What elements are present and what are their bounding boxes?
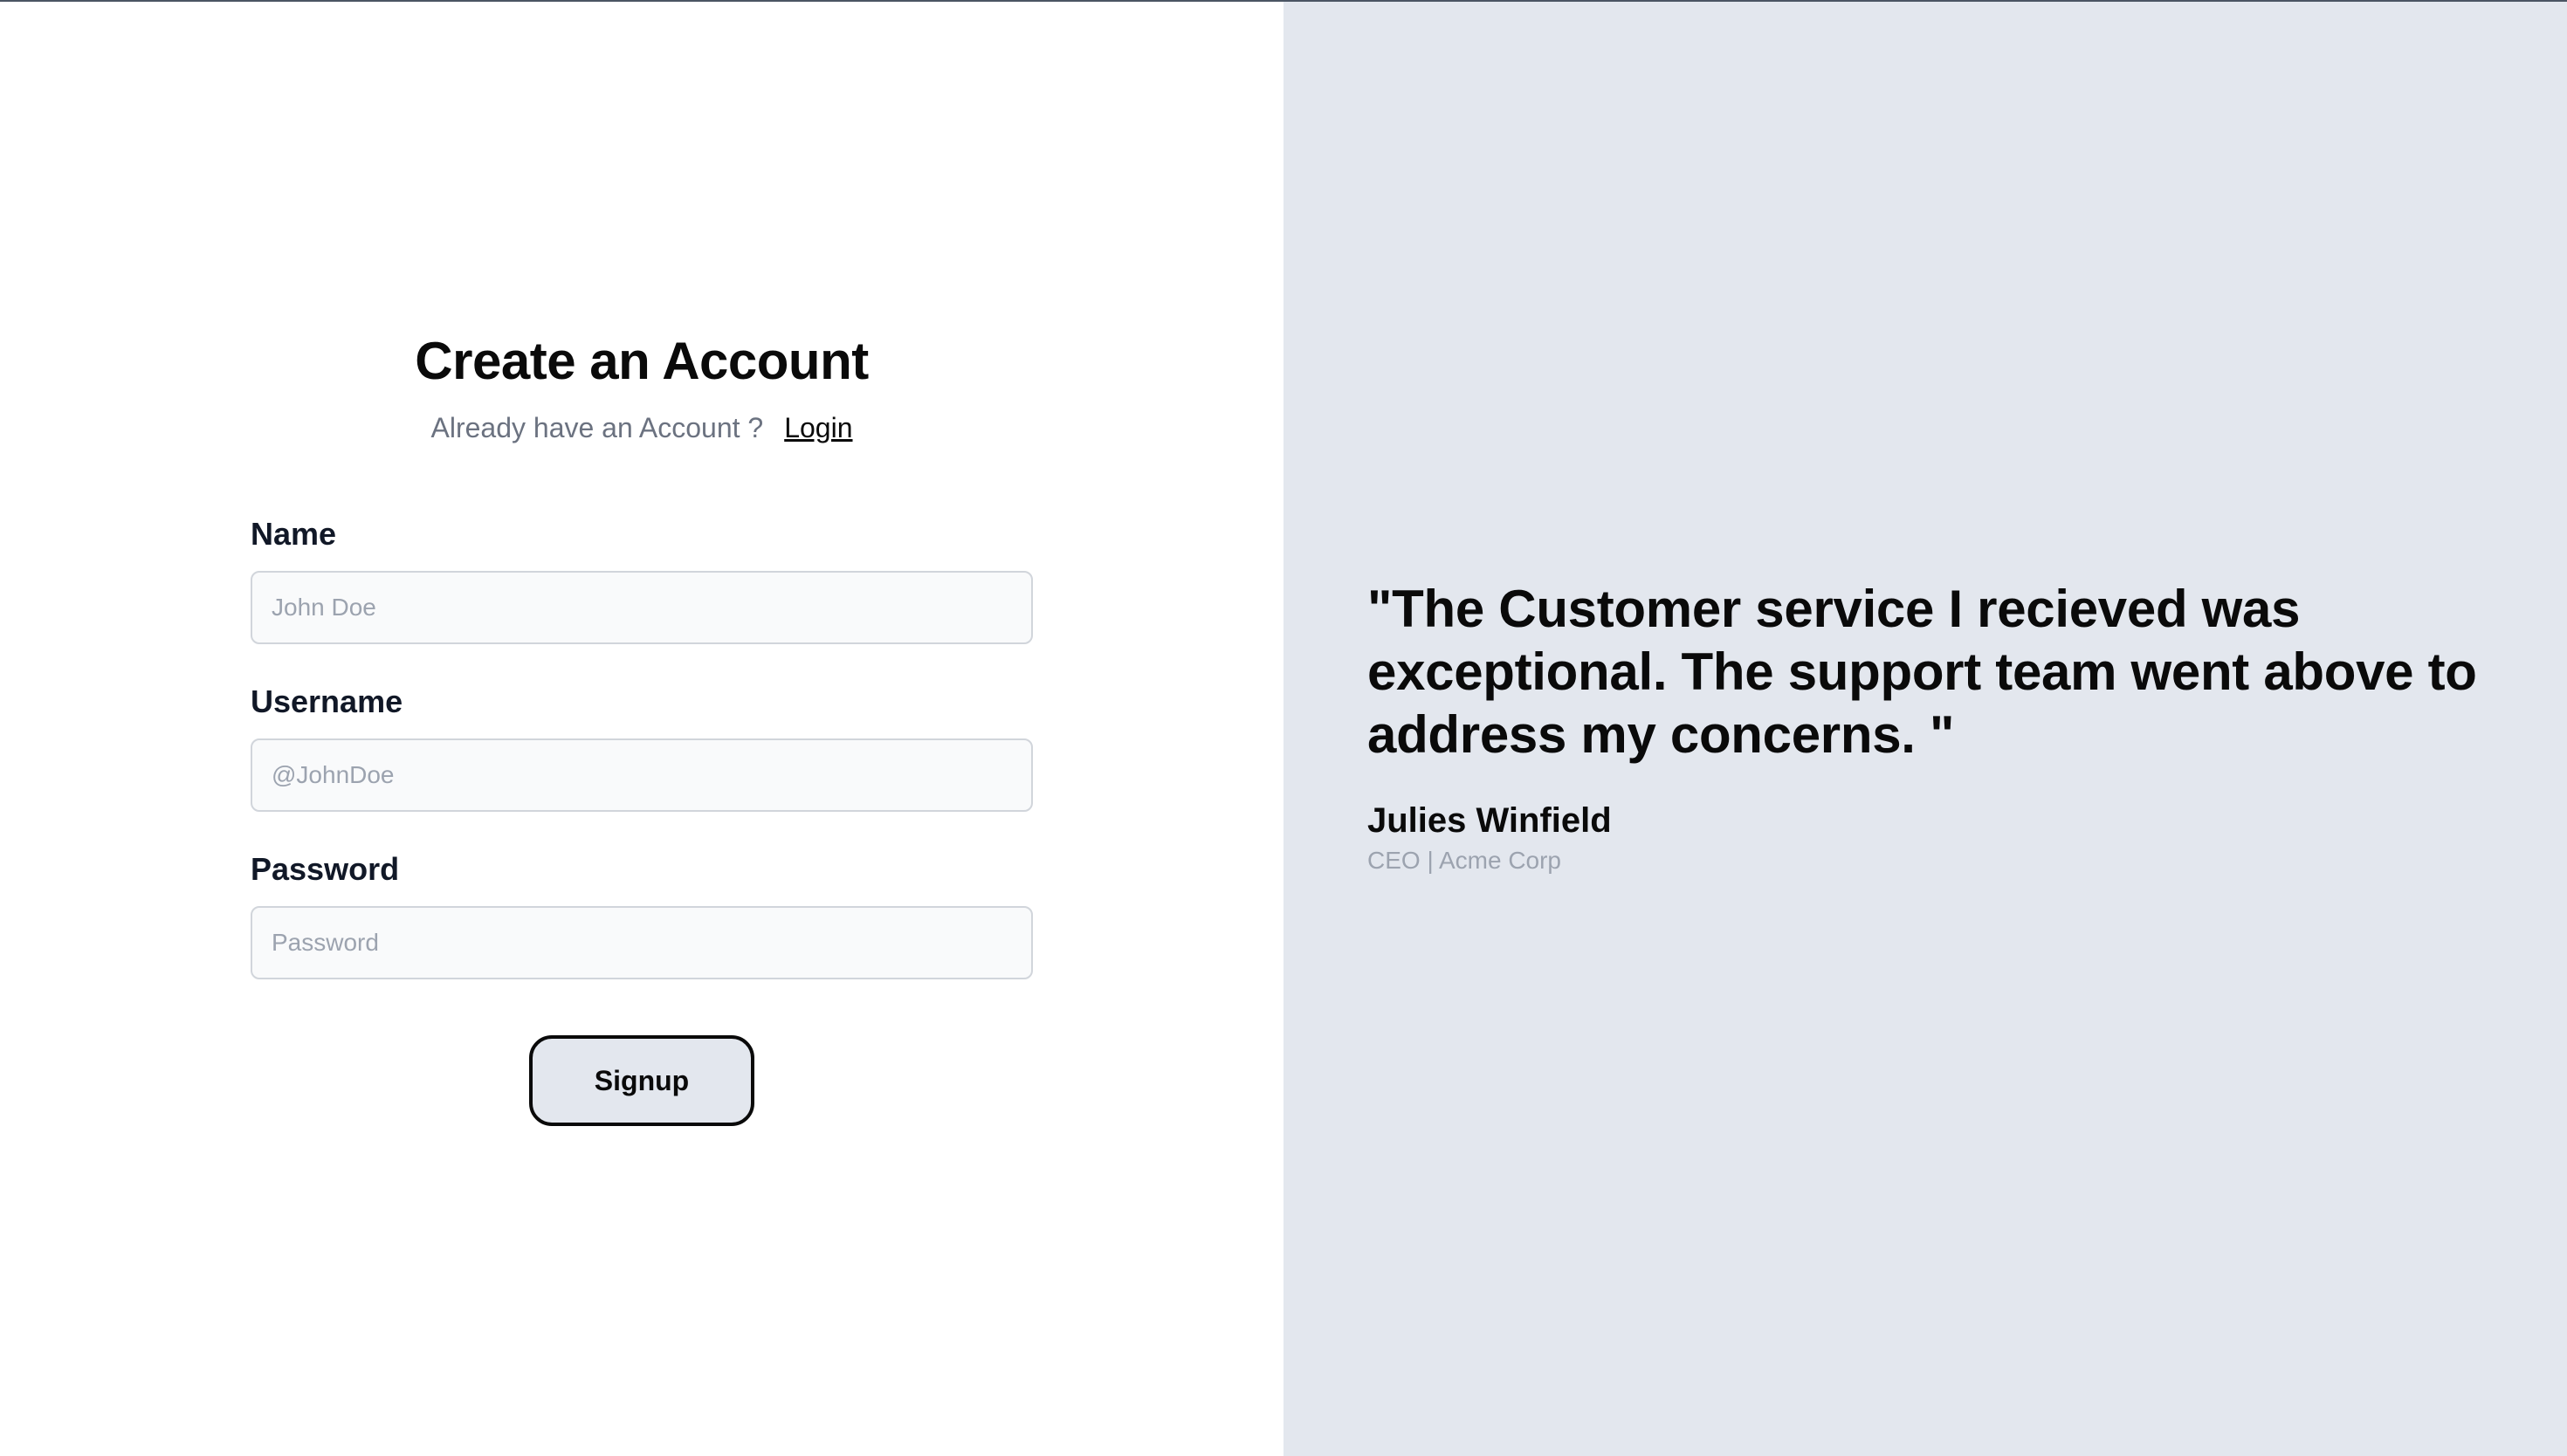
password-label: Password	[251, 851, 400, 887]
testimonial-panel: "The Customer service I recieved was exc…	[1284, 2, 2567, 1456]
login-prompt: Already have an Account ? Login	[251, 410, 1033, 445]
name-label: Name	[251, 516, 337, 552]
signup-page: Create an Account Already have an Accoun…	[0, 2, 2567, 1456]
testimonial-author: Julies Winfield	[1367, 801, 1612, 840]
testimonial-author-role: CEO | Acme Corp	[1367, 847, 1562, 874]
submit-row: Signup	[251, 1035, 1033, 1126]
signup-form-card: Create an Account Already have an Accoun…	[251, 326, 1033, 1126]
login-link[interactable]: Login	[784, 412, 852, 443]
password-input[interactable]	[251, 906, 1033, 979]
username-label: Username	[251, 683, 403, 719]
signup-form: Name Username Password Signup	[251, 515, 1033, 1126]
name-input[interactable]	[251, 571, 1033, 644]
name-field-group: Name	[251, 515, 1033, 644]
username-input[interactable]	[251, 738, 1033, 812]
signup-button[interactable]: Signup	[529, 1035, 754, 1126]
page-title: Create an Account	[415, 332, 869, 390]
password-field-group: Password	[251, 850, 1033, 979]
testimonial-quote: "The Customer service I recieved was exc…	[1367, 580, 2477, 764]
signup-panel: Create an Account Already have an Accoun…	[0, 2, 1284, 1456]
testimonial: "The Customer service I recieved was exc…	[1367, 578, 2494, 876]
username-field-group: Username	[251, 683, 1033, 812]
login-prompt-text: Already have an Account ?	[430, 412, 764, 443]
